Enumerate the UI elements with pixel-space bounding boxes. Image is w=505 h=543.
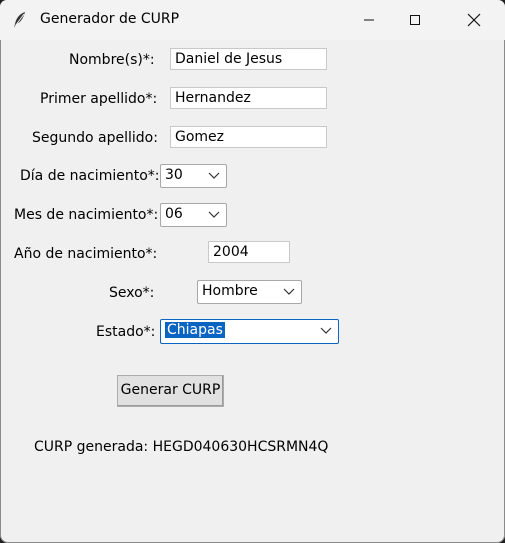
minimize-icon [364, 19, 374, 21]
chevron-down-icon [283, 288, 295, 295]
window-title: Generador de CURP [40, 11, 180, 27]
estado-value: Chiapas [165, 322, 225, 338]
chevron-down-icon [208, 172, 220, 179]
primer-apellido-label: Primer apellido*: [40, 91, 158, 107]
close-button[interactable] [451, 0, 497, 40]
close-icon [467, 13, 481, 27]
app-window: Generador de CURP Nombre(s)*: Daniel de … [0, 0, 505, 543]
generar-curp-button[interactable]: Generar CURP [117, 375, 224, 407]
nombre-label: Nombre(s)*: [69, 52, 155, 68]
segundo-apellido-label: Segundo apellido: [32, 130, 158, 146]
anio-label: Año de nacimiento*: [14, 246, 158, 262]
maximize-icon [410, 15, 420, 25]
mes-label: Mes de nacimiento*: [14, 207, 159, 223]
anio-field[interactable]: 2004 [208, 241, 290, 263]
mes-value: 06 [165, 206, 183, 222]
estado-select[interactable]: Chiapas [160, 319, 339, 344]
title-bar[interactable]: Generador de CURP [0, 0, 505, 40]
primer-apellido-field[interactable]: Hernandez [170, 87, 327, 109]
dia-select[interactable]: 30 [160, 164, 227, 188]
chevron-down-icon [208, 211, 220, 218]
sexo-value: Hombre [202, 283, 258, 299]
maximize-button[interactable] [392, 0, 438, 40]
sexo-select[interactable]: Hombre [197, 280, 302, 304]
chevron-down-icon [320, 327, 332, 334]
dia-value: 30 [165, 167, 183, 183]
dia-label: Día de nacimiento*: [20, 168, 160, 184]
feather-icon [14, 12, 25, 28]
minimize-button[interactable] [346, 0, 392, 40]
segundo-apellido-field[interactable]: Gomez [170, 126, 327, 148]
sexo-label: Sexo*: [109, 285, 155, 301]
mes-select[interactable]: 06 [160, 203, 227, 227]
estado-label: Estado*: [96, 324, 156, 340]
curp-result-label: CURP generada: HEGD040630HCSRMN4Q [34, 439, 329, 455]
nombre-field[interactable]: Daniel de Jesus [170, 48, 327, 70]
